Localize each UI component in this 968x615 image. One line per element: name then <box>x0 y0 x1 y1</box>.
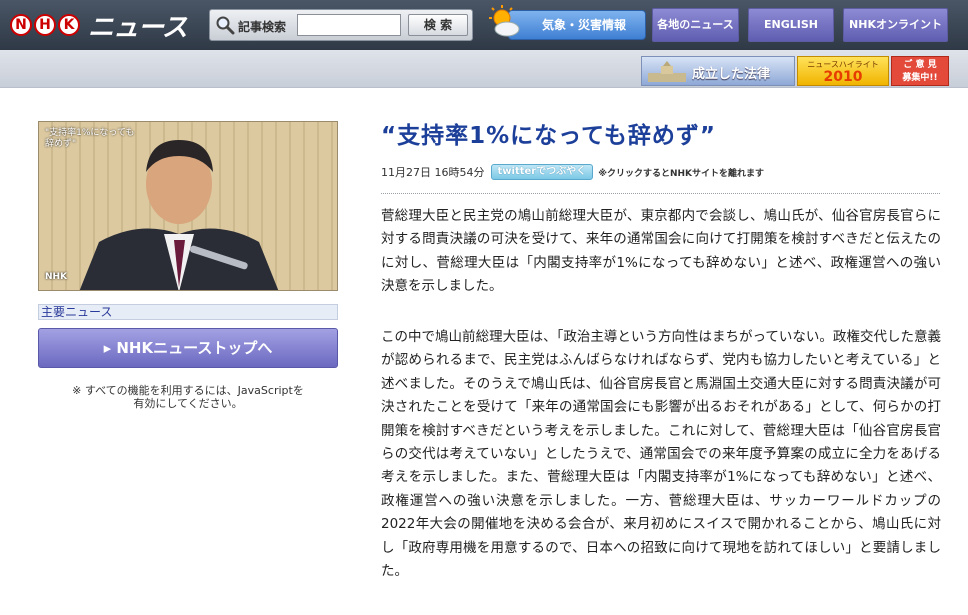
twitter-leave-note: ※クリックするとNHKサイトを離れます <box>598 168 765 179</box>
logo-news-text: ニュース <box>88 12 188 43</box>
top-header: N H K ニュース 記事検索 検 索 気象・災害情報 各地のニュース ENGL… <box>0 0 968 63</box>
logo-letter-n: N <box>10 14 32 36</box>
search-button[interactable]: 検 索 <box>408 14 468 36</box>
nhk-news-top-button[interactable]: ▸ NHKニューストップへ <box>38 328 338 368</box>
opinion-label: ご 意 見 募集中!! <box>902 60 938 83</box>
article-datetime: 11月27日 16時54分 <box>381 166 485 179</box>
article-divider <box>381 193 940 194</box>
article-paragraph-2: この中で鳩山前総理大臣は、「政治主導という方向性はまちがっていない。政権交代した… <box>381 329 941 580</box>
search-label: 記事検索 <box>238 20 287 34</box>
nav-local-news[interactable]: 各地のニュース <box>652 8 739 42</box>
twitter-share-button[interactable]: twitterでつぶやく <box>490 164 594 180</box>
article-paragraph-1: 菅総理大臣と民主党の鳩山前総理大臣が、東京都内で会談し、鳩山氏が、仙谷官房長官ら… <box>381 208 941 295</box>
news-photo: "支持率1%になっても 辞めず" NHK <box>38 121 338 291</box>
nav-english[interactable]: ENGLISH <box>748 8 834 42</box>
article-meta: 11月27日 16時54分 twitterでつぶやく ※クリックするとNHKサイ… <box>381 163 764 181</box>
twitter-button-label: twitterでつぶやく <box>497 166 587 177</box>
article-search: 記事検索 検 索 <box>209 9 473 41</box>
javascript-note: ※ すべての機能を利用するには、JavaScriptを 有効にしてください。 <box>72 384 304 410</box>
main-news-heading[interactable]: 主要ニュース <box>38 304 338 320</box>
photo-nhk-bug: NHK <box>45 272 68 282</box>
enacted-laws-banner[interactable]: 成立した法律 <box>641 56 795 86</box>
search-icon <box>216 16 235 35</box>
photo-caption: "支持率1%になっても 辞めず" <box>45 128 135 149</box>
logo-letter-k: K <box>58 14 80 36</box>
weather-disaster-button[interactable]: 気象・災害情報 <box>508 10 646 40</box>
nhk-news-logo[interactable]: N H K ニュース <box>10 6 188 44</box>
enacted-laws-label: 成立した法律 <box>692 67 771 82</box>
weather-disaster-link[interactable]: 気象・災害情報 <box>488 3 646 43</box>
opinion-wanted-banner[interactable]: ご 意 見 募集中!! <box>891 56 949 86</box>
search-input[interactable] <box>297 14 401 36</box>
logo-letter-h: H <box>34 14 56 36</box>
article-headline: “支持率1%になっても辞めず” <box>381 123 716 149</box>
news-highlight-2010-banner[interactable]: ニュースハイライト 2010 <box>797 56 889 86</box>
sun-cloud-icon <box>489 5 520 37</box>
diet-building-icon <box>648 61 686 82</box>
highlight-year: 2010 <box>823 69 863 85</box>
nav-nhk-online-top[interactable]: NHKオンライントップ <box>843 8 948 63</box>
